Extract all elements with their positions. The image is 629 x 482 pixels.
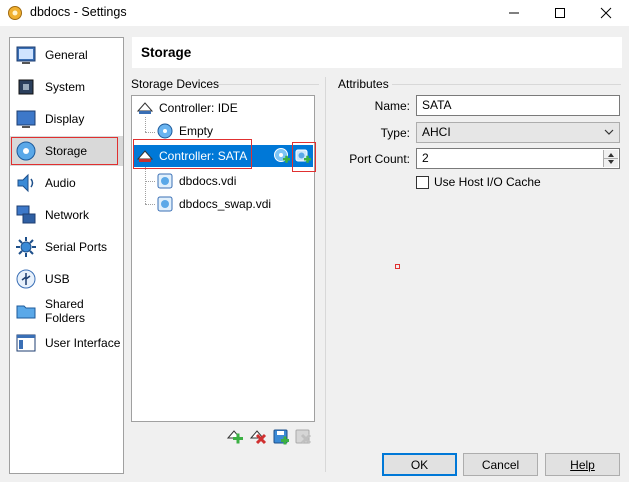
hard-disk-icon	[157, 196, 173, 212]
tree-connector	[145, 132, 155, 133]
port-count-label: Port Count:	[349, 152, 410, 166]
add-attachment-button[interactable]	[272, 428, 290, 446]
general-icon	[16, 46, 36, 64]
add-optical-drive-button[interactable]	[273, 147, 291, 165]
controller-ide-icon	[137, 102, 153, 114]
tree-item-label: dbdocs.vdi	[179, 174, 237, 188]
optical-disc-icon	[157, 123, 173, 139]
settings-sidebar: General System Display Storage Audio Net…	[9, 37, 124, 474]
maximize-icon	[555, 8, 565, 18]
vertical-separator	[325, 77, 326, 472]
storage-devices-label: Storage Devices	[131, 77, 220, 91]
audio-speaker-icon	[17, 173, 34, 193]
sidebar-item-label: User Interface	[45, 336, 121, 350]
port-count-stepper[interactable]	[603, 150, 618, 167]
minimize-button[interactable]	[491, 0, 537, 26]
add-controller-icon	[226, 430, 243, 444]
port-count-value: 2	[422, 151, 429, 165]
tree-item-dbdocs-swap-vdi[interactable]: dbdocs_swap.vdi	[157, 193, 271, 215]
use-host-io-cache-label: Use Host I/O Cache	[434, 175, 541, 189]
tree-connector	[145, 181, 155, 182]
chevron-down-icon	[604, 129, 614, 135]
sidebar-item-network[interactable]: Network	[10, 200, 123, 230]
tree-item-dbdocs-vdi[interactable]: dbdocs.vdi	[157, 170, 236, 192]
sidebar-item-label: General	[45, 48, 88, 62]
sidebar-item-label: Display	[45, 112, 85, 126]
usb-icon	[16, 269, 36, 289]
add-attachment-icon	[273, 429, 289, 445]
maximize-button[interactable]	[537, 0, 583, 26]
sidebar-item-label: System	[45, 80, 86, 94]
sidebar-item-label: Audio	[45, 176, 76, 190]
storage-highlight-outline	[11, 137, 118, 165]
network-icon	[16, 205, 36, 224]
sidebar-item-usb[interactable]: USB	[10, 264, 123, 294]
sidebar-item-serial-ports[interactable]: Serial Ports	[10, 232, 123, 262]
remove-controller-icon	[249, 430, 267, 445]
tree-item-controller-ide[interactable]: Controller: IDE	[137, 97, 238, 119]
type-select[interactable]: AHCI	[416, 122, 620, 143]
use-host-io-cache-checkbox[interactable]	[416, 176, 429, 189]
add-controller-button[interactable]	[226, 428, 244, 446]
tree-item-label: Empty	[179, 124, 214, 138]
storage-devices-divider	[218, 84, 319, 85]
close-icon	[600, 7, 612, 19]
window-title: dbdocs - Settings	[30, 5, 127, 19]
serial-port-icon	[16, 237, 36, 257]
virtualbox-app-icon	[8, 6, 22, 20]
tree-connector	[145, 167, 146, 204]
sidebar-item-label: Network	[45, 208, 90, 222]
sidebar-item-label: Shared Folders	[45, 297, 86, 325]
shared-folder-icon	[16, 305, 36, 319]
attributes-label: Attributes	[338, 77, 389, 91]
red-marker	[395, 264, 400, 269]
tree-connector	[145, 117, 146, 132]
add-hard-disk-highlight-outline	[292, 142, 316, 172]
type-label: Type:	[380, 126, 410, 140]
help-button-label: Help	[570, 457, 595, 472]
tree-item-label: Controller: IDE	[159, 101, 238, 115]
tree-item-label: dbdocs_swap.vdi	[179, 197, 272, 211]
close-button[interactable]	[583, 0, 629, 26]
sidebar-item-display[interactable]: Display	[10, 104, 123, 134]
sidebar-item-label: Serial Ports	[45, 240, 108, 254]
remove-controller-button[interactable]	[249, 428, 267, 446]
sidebar-item-general[interactable]: General	[10, 40, 123, 70]
minimize-icon	[509, 12, 519, 14]
remove-attachment-button[interactable]	[294, 428, 312, 446]
sidebar-item-label: USB	[45, 272, 70, 286]
port-count-spinbox[interactable]: 2	[416, 148, 620, 169]
stepper-arrows-icon	[604, 153, 618, 164]
name-label: Name:	[374, 99, 410, 113]
sidebar-item-audio[interactable]: Audio	[10, 168, 123, 198]
add-optical-drive-icon	[274, 148, 290, 163]
display-icon	[16, 110, 36, 128]
attributes-divider	[392, 84, 621, 85]
sidebar-item-shared-folders[interactable]: Shared Folders	[10, 296, 123, 326]
system-chip-icon	[18, 79, 34, 95]
hard-disk-icon	[157, 173, 173, 189]
sidebar-item-user-interface[interactable]: User Interface	[10, 328, 123, 358]
user-interface-icon	[16, 334, 36, 352]
controller-sata-highlight-outline	[133, 139, 252, 169]
page-header	[132, 37, 622, 68]
type-select-value: AHCI	[422, 125, 451, 139]
sidebar-item-system[interactable]: System	[10, 72, 123, 102]
cancel-button[interactable]: Cancel	[463, 453, 538, 476]
name-field[interactable]: SATA	[416, 95, 620, 116]
help-button[interactable]: Help	[545, 453, 620, 476]
page-title: Storage	[141, 45, 192, 60]
tree-connector	[145, 204, 155, 205]
ok-button[interactable]: OK	[382, 453, 457, 476]
remove-attachment-icon	[295, 429, 312, 445]
